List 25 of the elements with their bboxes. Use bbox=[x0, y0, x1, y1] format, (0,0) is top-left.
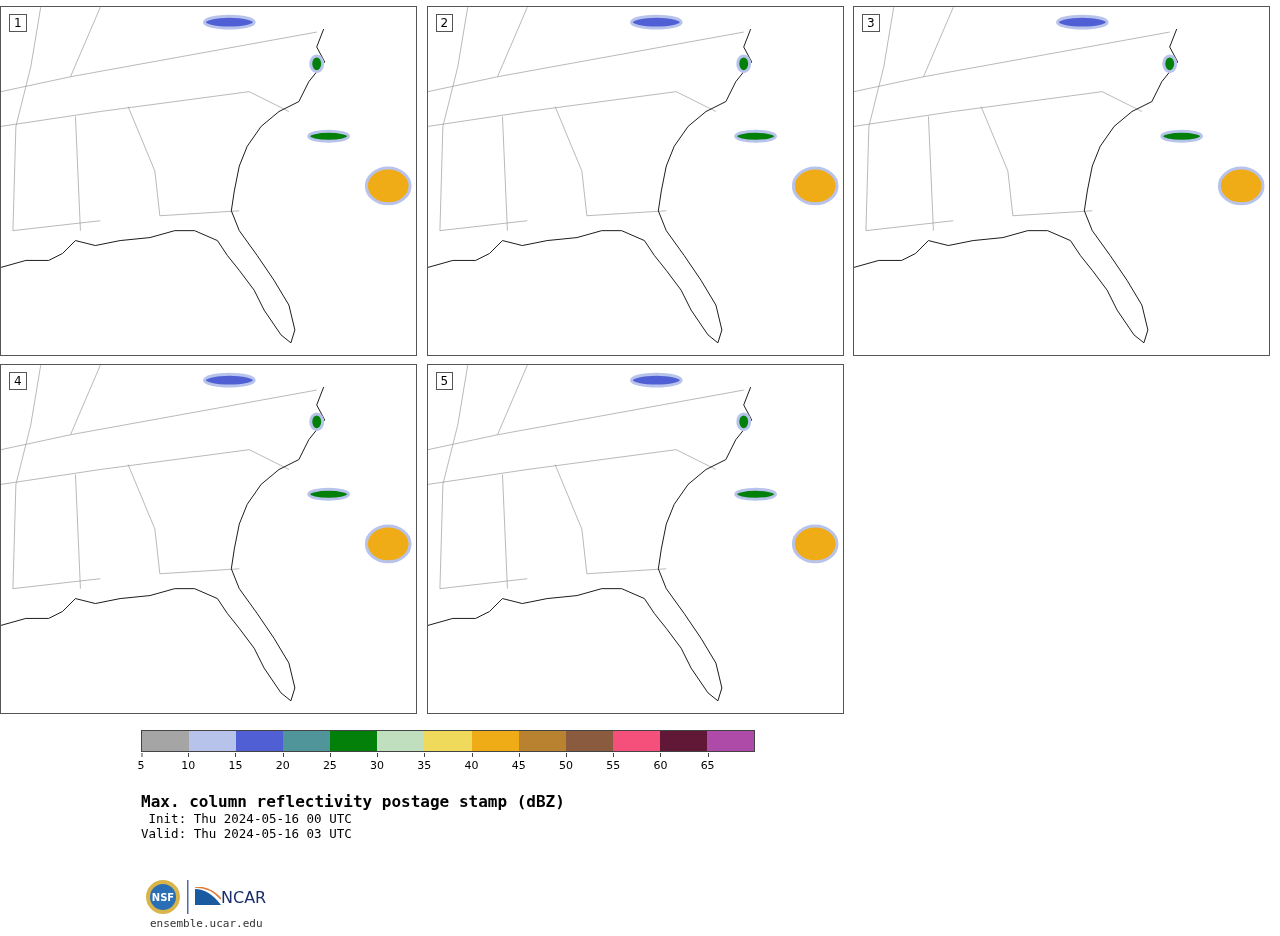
tick-label: 60 bbox=[653, 753, 668, 772]
divider-line bbox=[187, 880, 189, 914]
wave-logo bbox=[195, 887, 221, 907]
tick-label: 40 bbox=[464, 753, 479, 772]
panel-number: 1 bbox=[9, 14, 27, 32]
tick-label: 25 bbox=[322, 753, 337, 772]
valid-time: Valid: Thu 2024-05-16 03 UTC bbox=[141, 826, 353, 841]
logo-text: NCAR bbox=[221, 887, 267, 907]
tick-label: 35 bbox=[417, 753, 432, 772]
tick-label: 55 bbox=[606, 753, 621, 772]
tick-label: 65 bbox=[700, 753, 715, 772]
panel-number: 2 bbox=[435, 14, 454, 32]
tick-label: 50 bbox=[558, 753, 573, 772]
tick-label: 45 bbox=[511, 753, 526, 772]
init-time: Init: Thu 2024-05-16 00 UTC bbox=[147, 811, 353, 826]
tick-label: 10 bbox=[181, 753, 196, 772]
tick-label: 5 bbox=[137, 753, 145, 772]
tick-label: 15 bbox=[228, 753, 243, 772]
panel-number: 4 bbox=[9, 372, 27, 390]
chart-title: Max. column reflectivity postage stamp (dBZ) bbox=[141, 792, 566, 811]
panel-number: 5 bbox=[435, 372, 454, 390]
seal-logo: NSF bbox=[145, 879, 181, 915]
panel-number: 3 bbox=[862, 14, 880, 32]
tick-label: 30 bbox=[370, 753, 385, 772]
tick-label: 20 bbox=[275, 753, 290, 772]
